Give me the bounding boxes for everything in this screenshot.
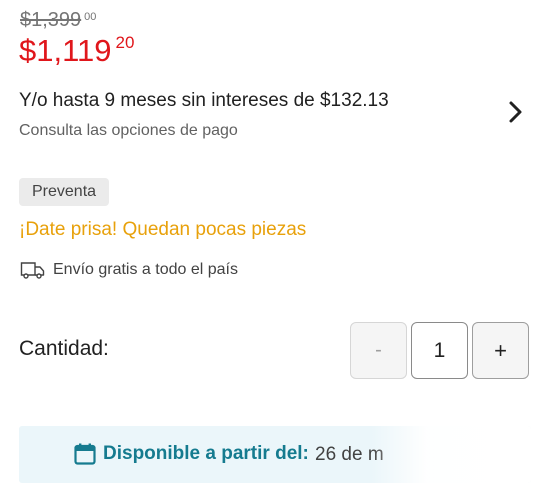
availability-banner: Disponible a partir del: 26 de m xyxy=(19,426,531,483)
installments-subtitle: Consulta las opciones de pago xyxy=(19,122,238,139)
current-price-amount: $1,119 xyxy=(19,33,112,68)
current-price-cents: 20 xyxy=(115,33,135,52)
chevron-right-icon[interactable] xyxy=(503,100,527,124)
availability-label: Disponible a partir del: xyxy=(103,443,309,464)
quantity-increase-button[interactable]: + xyxy=(472,322,529,379)
quantity-input[interactable] xyxy=(411,322,468,379)
quantity-label: Cantidad: xyxy=(19,337,109,360)
shipping-info: Envío gratis a todo el país xyxy=(20,259,238,281)
shipping-text: Envío gratis a todo el país xyxy=(53,261,238,278)
installments-row[interactable]: Y/o hasta 9 meses sin intereses de $132.… xyxy=(0,86,550,148)
original-price: $1,399 00 xyxy=(20,9,96,32)
truck-icon xyxy=(20,262,45,279)
current-price: $1,119 20 xyxy=(19,33,134,69)
quantity-decrease-button[interactable]: - xyxy=(350,322,407,379)
installments-title: Y/o hasta 9 meses sin intereses de $132.… xyxy=(19,90,389,111)
calendar-icon xyxy=(74,443,96,465)
presale-badge: Preventa xyxy=(19,178,110,206)
original-price-amount: $1,399 xyxy=(20,9,82,31)
fade-overlay xyxy=(371,426,531,483)
original-price-cents: 00 xyxy=(84,11,97,23)
stock-notice: ¡Date prisa! Quedan pocas piezas xyxy=(19,219,307,240)
